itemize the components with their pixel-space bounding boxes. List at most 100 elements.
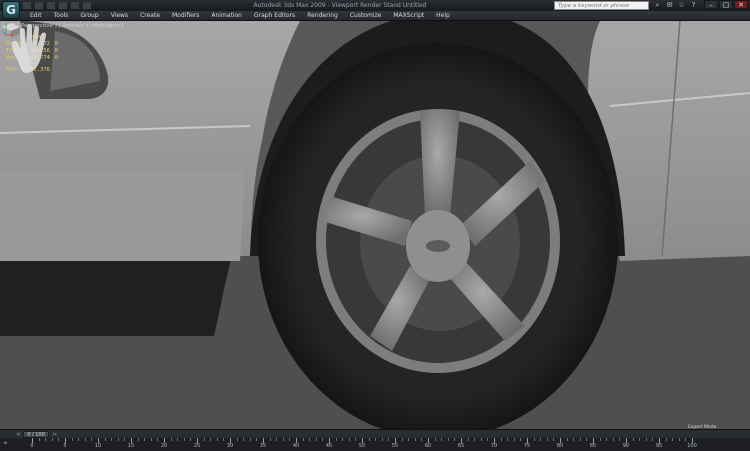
- ruler-tick: [170, 438, 172, 441]
- car-bumper: [0, 171, 245, 261]
- redo-icon[interactable]: [70, 1, 80, 10]
- menu-bar: Edit Tools Group Views Create Modifiers …: [0, 11, 750, 21]
- ruler-tick: [289, 438, 291, 441]
- menu-create[interactable]: Create: [134, 11, 166, 21]
- ruler-tick: [157, 438, 159, 441]
- favorites-icon[interactable]: ☆: [677, 1, 686, 10]
- new-file-icon[interactable]: [22, 1, 32, 10]
- ruler-tick-label: 50: [358, 443, 366, 449]
- ruler-tick: [348, 438, 350, 441]
- ruler-tick: [401, 438, 403, 441]
- time-slider-next-button[interactable]: >: [52, 431, 57, 438]
- center-logo: [426, 240, 450, 252]
- app-logo-icon[interactable]: G: [2, 1, 20, 19]
- ruler-tick-label: 30: [226, 443, 234, 449]
- ruler-tick: [612, 438, 614, 441]
- ruler-tick: [150, 438, 152, 441]
- track-bar[interactable]: ⌖ 0 5 10 15 20 25 30 35 40 45 50 55 60 65 70 75 80 85 90 95…: [0, 438, 750, 451]
- ruler-tick-label: 75: [523, 443, 531, 449]
- ruler-tick: [441, 438, 443, 441]
- window-title: Autodesk 3ds Max 2009 - Viewport Render …: [253, 2, 427, 9]
- ruler-tick: [183, 438, 185, 441]
- time-slider-prev-button[interactable]: <: [16, 431, 21, 438]
- ruler-tick: [573, 438, 575, 441]
- menu-customize[interactable]: Customize: [344, 11, 388, 21]
- time-slider[interactable]: < 0 / 100 >: [0, 429, 750, 438]
- ruler-tick: [632, 438, 634, 441]
- ruler-tick-label: 80: [556, 443, 564, 449]
- minimize-button[interactable]: –: [704, 0, 718, 9]
- ruler-tick: [236, 438, 238, 441]
- ruler-tick: [368, 438, 370, 441]
- help-icon[interactable]: ?: [689, 1, 698, 10]
- ruler-tick: [203, 438, 205, 441]
- close-button[interactable]: ✕: [734, 0, 748, 9]
- car-body-lower: [0, 256, 232, 336]
- menu-animation[interactable]: Animation: [205, 11, 248, 21]
- menu-views[interactable]: Views: [105, 11, 134, 21]
- ruler-tick-label: 60: [424, 443, 432, 449]
- ruler-tick-label: 5: [63, 443, 67, 449]
- menu-help[interactable]: Help: [430, 11, 456, 21]
- search-input[interactable]: Type a keyword or phrase: [554, 1, 649, 10]
- ruler-tick: [58, 438, 60, 441]
- menu-modifiers[interactable]: Modifiers: [166, 11, 205, 21]
- ruler-tick-label: 65: [457, 443, 465, 449]
- ruler-tick: [487, 438, 489, 441]
- ruler-tick: [447, 438, 449, 441]
- ruler-tick: [249, 438, 251, 441]
- ruler-tick-label: 40: [292, 443, 300, 449]
- ruler-tick: [533, 438, 535, 441]
- ruler-tick: [388, 438, 390, 441]
- binoculars-icon[interactable]: ⌕: [653, 1, 662, 10]
- menu-tools[interactable]: Tools: [48, 11, 75, 21]
- title-bar: G Autodesk 3ds Max 2009 - Viewport Rende…: [0, 0, 750, 19]
- undo-icon[interactable]: [58, 1, 68, 10]
- ruler-tick: [553, 438, 555, 441]
- ruler-tick: [210, 438, 212, 441]
- track-bar-icon[interactable]: ⌖: [1, 439, 10, 448]
- hand-watermark-icon: [11, 24, 47, 73]
- ruler-tick: [137, 438, 139, 441]
- time-slider-thumb[interactable]: 0 / 100: [23, 431, 49, 438]
- frame-ruler[interactable]: 0 5 10 15 20 25 30 35 40 45 50 55 60 65 70 75 80 85 90 95 10…: [10, 438, 697, 451]
- ruler-tick: [104, 438, 106, 441]
- ruler-tick: [276, 438, 278, 441]
- ruler-tick-label: 35: [259, 443, 267, 449]
- ruler-tick: [639, 438, 641, 441]
- ruler-tick-label: 0: [30, 443, 34, 449]
- ruler-tick: [408, 438, 410, 441]
- maximize-button[interactable]: ▢: [719, 0, 733, 9]
- menu-edit[interactable]: Edit: [24, 11, 48, 21]
- project-folder-icon[interactable]: [82, 1, 92, 10]
- ruler-tick: [51, 438, 53, 441]
- ruler-tick-label: 10: [94, 443, 102, 449]
- ruler-tick: [38, 438, 40, 441]
- ruler-tick: [434, 438, 436, 441]
- ruler-tick: [322, 438, 324, 441]
- ruler-tick: [91, 438, 93, 441]
- ruler-tick: [566, 438, 568, 441]
- menu-group[interactable]: Group: [74, 11, 104, 21]
- infocenter-icons: ⌕ ✉ ☆ ?: [653, 1, 698, 10]
- ruler-tick: [355, 438, 357, 441]
- menu-rendering[interactable]: Rendering: [301, 11, 344, 21]
- ruler-tick-label: 20: [160, 443, 168, 449]
- ruler-tick: [480, 438, 482, 441]
- save-file-icon[interactable]: [46, 1, 56, 10]
- ruler-tick: [520, 438, 522, 441]
- menu-maxscript[interactable]: MAXScript: [387, 11, 430, 21]
- ruler-tick: [599, 438, 601, 441]
- ruler-tick: [190, 438, 192, 441]
- perspective-viewport[interactable]: [ + ] [ Perspective ] [ Smooth + Highlig…: [0, 21, 750, 436]
- communication-icon[interactable]: ✉: [665, 1, 674, 10]
- open-file-icon[interactable]: [34, 1, 44, 10]
- menu-graph-editors[interactable]: Graph Editors: [248, 11, 301, 21]
- ruler-tick: [652, 438, 654, 441]
- ruler-tick: [513, 438, 515, 441]
- ruler-tick-label: 90: [622, 443, 630, 449]
- ruler-tick: [282, 438, 284, 441]
- ruler-tick: [375, 438, 377, 441]
- ruler-tick-label: 85: [589, 443, 597, 449]
- window-controls: – ▢ ✕: [704, 0, 748, 9]
